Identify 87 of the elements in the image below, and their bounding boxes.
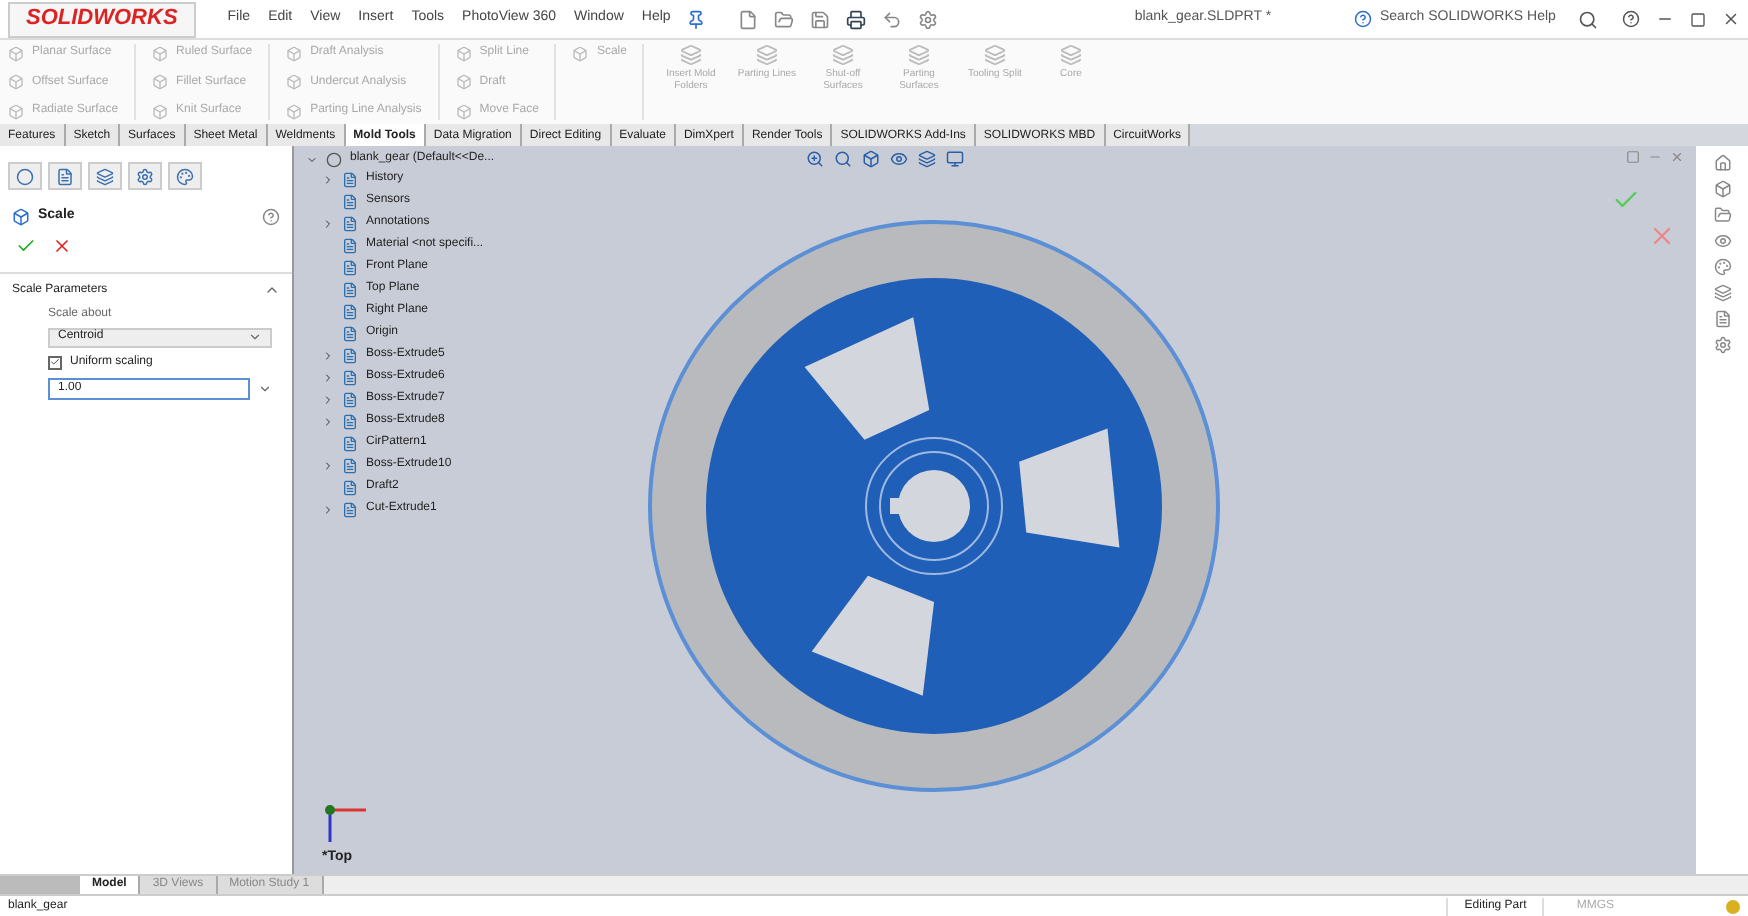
caret-icon <box>248 330 262 344</box>
view-toolbar-icon[interactable] <box>918 150 936 168</box>
feature-icon <box>342 281 358 297</box>
panel-tab[interactable] <box>128 162 162 190</box>
tool-icon <box>455 74 472 90</box>
scale-icon <box>12 207 30 226</box>
panel-tab[interactable] <box>48 162 82 190</box>
task-pane-icon[interactable] <box>1713 284 1731 302</box>
task-pane-icon[interactable] <box>1713 154 1731 172</box>
print-icon[interactable] <box>846 9 867 29</box>
feature-icon <box>342 325 358 341</box>
expand-icon[interactable] <box>322 503 334 515</box>
help-icon[interactable] <box>1622 10 1640 28</box>
tool-icon <box>286 103 303 119</box>
view-toolbar-icon[interactable] <box>834 150 852 168</box>
undo-icon[interactable] <box>882 9 903 29</box>
tool-icon <box>1059 44 1082 66</box>
panel-tab[interactable] <box>8 162 42 190</box>
part-icon <box>326 151 342 167</box>
feature-icon <box>342 171 358 187</box>
ok-icon[interactable] <box>16 235 36 255</box>
tile-icon[interactable] <box>1626 150 1640 164</box>
feature-icon <box>342 303 358 319</box>
tool-icon <box>152 74 169 90</box>
task-pane-icon[interactable] <box>1713 258 1731 276</box>
tool-icon <box>679 44 702 66</box>
checkbox[interactable] <box>48 355 62 369</box>
feature-icon <box>342 435 358 451</box>
save-icon[interactable] <box>810 9 831 29</box>
tool-icon <box>755 44 778 66</box>
open-icon[interactable] <box>774 9 795 29</box>
feature-icon <box>342 215 358 231</box>
tool-icon <box>572 45 589 61</box>
spin-icon[interactable] <box>258 381 272 395</box>
cancel-icon[interactable] <box>52 235 72 255</box>
task-pane-icon[interactable] <box>1713 232 1731 250</box>
tool-icon <box>455 45 472 61</box>
restore-icon[interactable] <box>1690 11 1706 27</box>
tool-icon <box>286 74 303 90</box>
collapse-icon[interactable] <box>264 282 280 298</box>
tool-icon <box>907 44 930 66</box>
feature-icon <box>342 259 358 275</box>
search-icon[interactable] <box>1578 9 1598 29</box>
feature-icon <box>342 347 358 363</box>
expand-icon[interactable] <box>322 459 334 471</box>
task-pane-icon[interactable] <box>1713 310 1731 328</box>
view-toolbar-icon[interactable] <box>862 150 880 168</box>
feature-icon <box>342 479 358 495</box>
feature-icon <box>342 391 358 407</box>
tool-icon <box>455 103 472 119</box>
tool-icon <box>831 44 854 66</box>
new-document-icon[interactable] <box>738 9 759 29</box>
help-icon[interactable] <box>262 207 280 226</box>
tool-icon <box>286 45 303 61</box>
tool-icon <box>152 103 169 119</box>
expand-icon[interactable] <box>322 217 334 229</box>
task-pane-icon[interactable] <box>1713 206 1731 224</box>
panel-tab[interactable] <box>88 162 122 190</box>
panel-tab[interactable] <box>168 162 202 190</box>
tool-icon <box>152 45 169 61</box>
panel-tab-icon <box>176 167 194 185</box>
view-toolbar-icon[interactable] <box>890 150 908 168</box>
panel-tab-icon <box>56 167 74 185</box>
tool-icon <box>8 74 24 90</box>
task-pane-icon[interactable] <box>1713 336 1731 354</box>
panel-tab-icon <box>16 167 34 185</box>
pin-icon[interactable] <box>686 9 707 29</box>
check-icon <box>50 356 60 368</box>
panel-tab-icon <box>136 167 154 185</box>
feature-icon <box>342 237 358 253</box>
view-toolbar-icon[interactable] <box>806 150 824 168</box>
settings-icon[interactable] <box>918 9 939 29</box>
feature-icon <box>342 193 358 209</box>
app-logo[interactable]: SOLIDWORKS <box>8 1 196 37</box>
tool-icon <box>8 103 24 119</box>
status-indicator-icon <box>1726 899 1740 913</box>
close-icon[interactable] <box>1722 10 1740 28</box>
task-pane-icon[interactable] <box>1713 180 1731 198</box>
help-icon <box>1354 10 1372 28</box>
tool-icon <box>983 44 1006 66</box>
feature-icon <box>342 457 358 473</box>
view-toolbar-icon[interactable] <box>946 150 964 168</box>
feature-icon <box>342 501 358 517</box>
panel-tab-icon <box>96 167 114 185</box>
tool-icon <box>8 45 24 61</box>
feature-icon <box>342 413 358 429</box>
feature-icon <box>342 369 358 385</box>
